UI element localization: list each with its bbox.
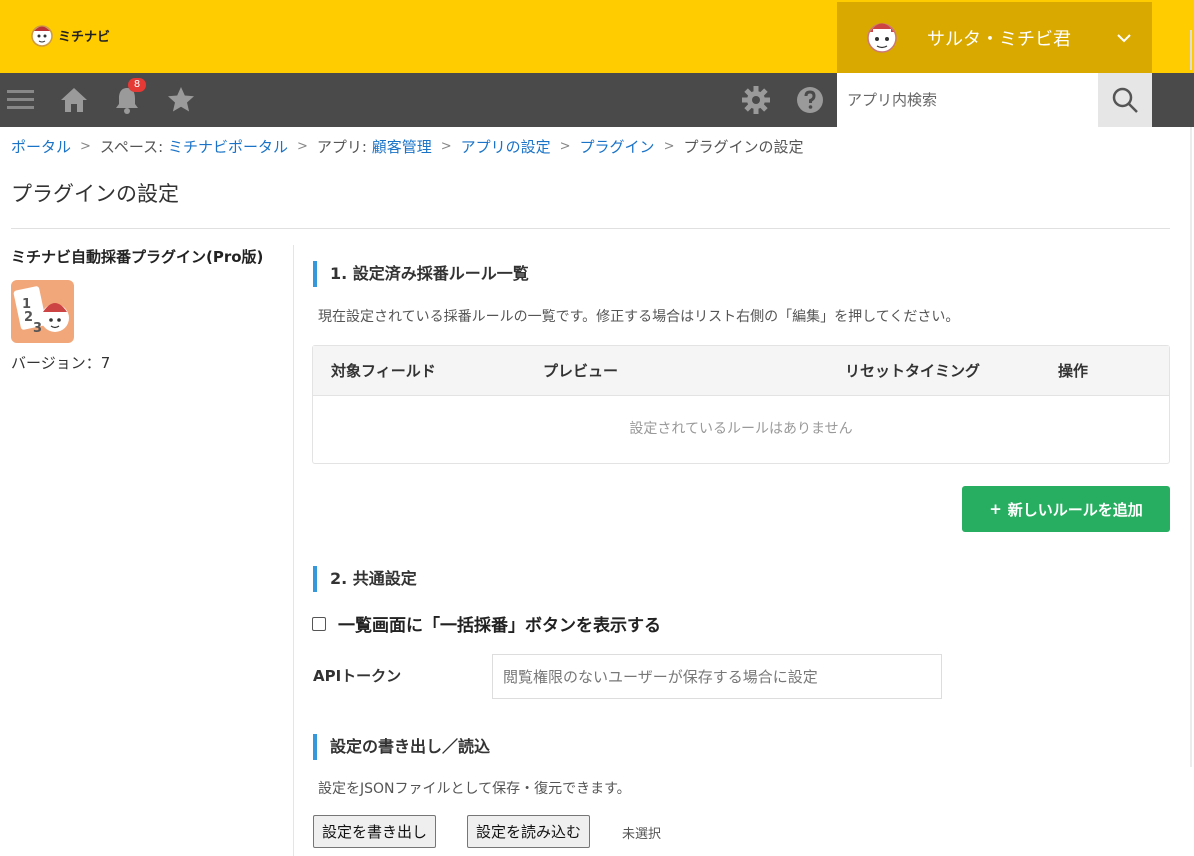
export-settings-button[interactable]: 設定を書き出し: [313, 815, 437, 848]
api-token-input[interactable]: [492, 654, 942, 699]
breadcrumb: ポータル > スペース: ミチナビポータル > アプリ: 顧客管理 > アプリの…: [11, 136, 803, 157]
gear-icon[interactable]: [741, 85, 771, 115]
window-edge: [1190, 30, 1192, 70]
bulk-numbering-checkbox[interactable]: [312, 616, 326, 631]
column-divider: [293, 245, 294, 856]
section-description-rules: 現在設定されている採番ルールの一覧です。修正する場合はリスト右側の「編集」を押し…: [318, 309, 960, 325]
star-icon[interactable]: [166, 85, 196, 115]
search-icon: [1112, 87, 1138, 113]
breadcrumb-separator: >: [296, 139, 308, 154]
section-description-export-import: 設定をJSONファイルとして保存・復元できます。: [318, 781, 631, 797]
search-input[interactable]: [837, 73, 1098, 127]
column-header-preview: プレビュー: [543, 362, 619, 380]
toolbar: 8: [0, 73, 1194, 127]
plugin-name: ミチナビ自動採番プラグイン(Pro版): [11, 248, 264, 266]
checkbox-label[interactable]: 一覧画面に「一括採番」ボタンを表示する: [338, 611, 661, 636]
menu-icon[interactable]: [6, 85, 36, 115]
divider: [11, 228, 1170, 229]
api-token-label: APIトークン: [313, 667, 402, 685]
file-status: 未選択: [622, 827, 662, 842]
home-icon[interactable]: [59, 85, 89, 115]
svg-text:2: 2: [24, 310, 33, 325]
column-header-actions: 操作: [1058, 362, 1089, 380]
import-settings-button[interactable]: 設定を読み込む: [467, 815, 591, 848]
breadcrumb-separator: >: [559, 139, 571, 154]
scrollbar-track[interactable]: [1190, 127, 1192, 767]
breadcrumb-current: プラグインの設定: [683, 138, 804, 156]
search-button[interactable]: [1098, 73, 1152, 127]
svg-text:3: 3: [33, 321, 42, 336]
logo-text: ミチナビ: [58, 29, 111, 45]
breadcrumb-portal[interactable]: ポータル: [11, 136, 71, 157]
breadcrumb-plugins[interactable]: プラグイン: [580, 136, 655, 157]
breadcrumb-separator: >: [663, 139, 675, 154]
column-header-reset-timing: リセットタイミング: [845, 362, 981, 380]
logo-icon: [31, 25, 53, 47]
empty-message: 設定されているルールはありません: [629, 421, 853, 437]
breadcrumb-app-settings[interactable]: アプリの設定: [461, 136, 551, 157]
chevron-down-icon[interactable]: [1115, 29, 1133, 47]
section-heading-rules: 1. 設定済み採番ルール一覧: [313, 261, 529, 287]
add-rule-button[interactable]: + 新しいルールを追加: [962, 486, 1170, 532]
plugin-icon: 1 2 3: [11, 280, 74, 343]
breadcrumb-separator: >: [80, 139, 91, 154]
page-title: プラグインの設定: [11, 182, 179, 206]
section-heading-export-import: 設定の書き出し／読込: [313, 734, 490, 760]
avatar-icon: [867, 23, 897, 53]
notification-badge: 8: [128, 78, 146, 92]
plugin-version: バージョン：7: [11, 354, 111, 372]
table-header: 対象フィールド プレビュー リセットタイミング 操作: [313, 346, 1169, 396]
help-icon[interactable]: [795, 85, 825, 115]
section-heading-common: 2. 共通設定: [313, 566, 417, 592]
breadcrumb-space[interactable]: ミチナビポータル: [168, 136, 288, 157]
logo[interactable]: ミチナビ: [30, 22, 110, 48]
column-header-target-field: 対象フィールド: [331, 362, 436, 380]
user-menu[interactable]: サルタ・ミチビ君: [837, 2, 1152, 73]
breadcrumb-space-prefix: スペース:: [99, 138, 168, 156]
plugin-logo-art: 1 2 3: [13, 286, 69, 336]
breadcrumb-app-prefix: アプリ:: [316, 138, 372, 156]
breadcrumb-separator: >: [440, 139, 452, 154]
rules-table: 対象フィールド プレビュー リセットタイミング 操作 設定されているルールはあり…: [312, 345, 1170, 464]
add-rule-label: 新しいルールを追加: [1007, 500, 1143, 519]
app-header: ミチナビ サルタ・ミチビ君: [0, 0, 1194, 73]
bulk-numbering-option: 一覧画面に「一括採番」ボタンを表示する: [312, 611, 661, 636]
plus-icon: +: [989, 500, 1002, 518]
breadcrumb-app[interactable]: 顧客管理: [372, 136, 432, 157]
user-name: サルタ・ミチビ君: [927, 29, 1071, 50]
